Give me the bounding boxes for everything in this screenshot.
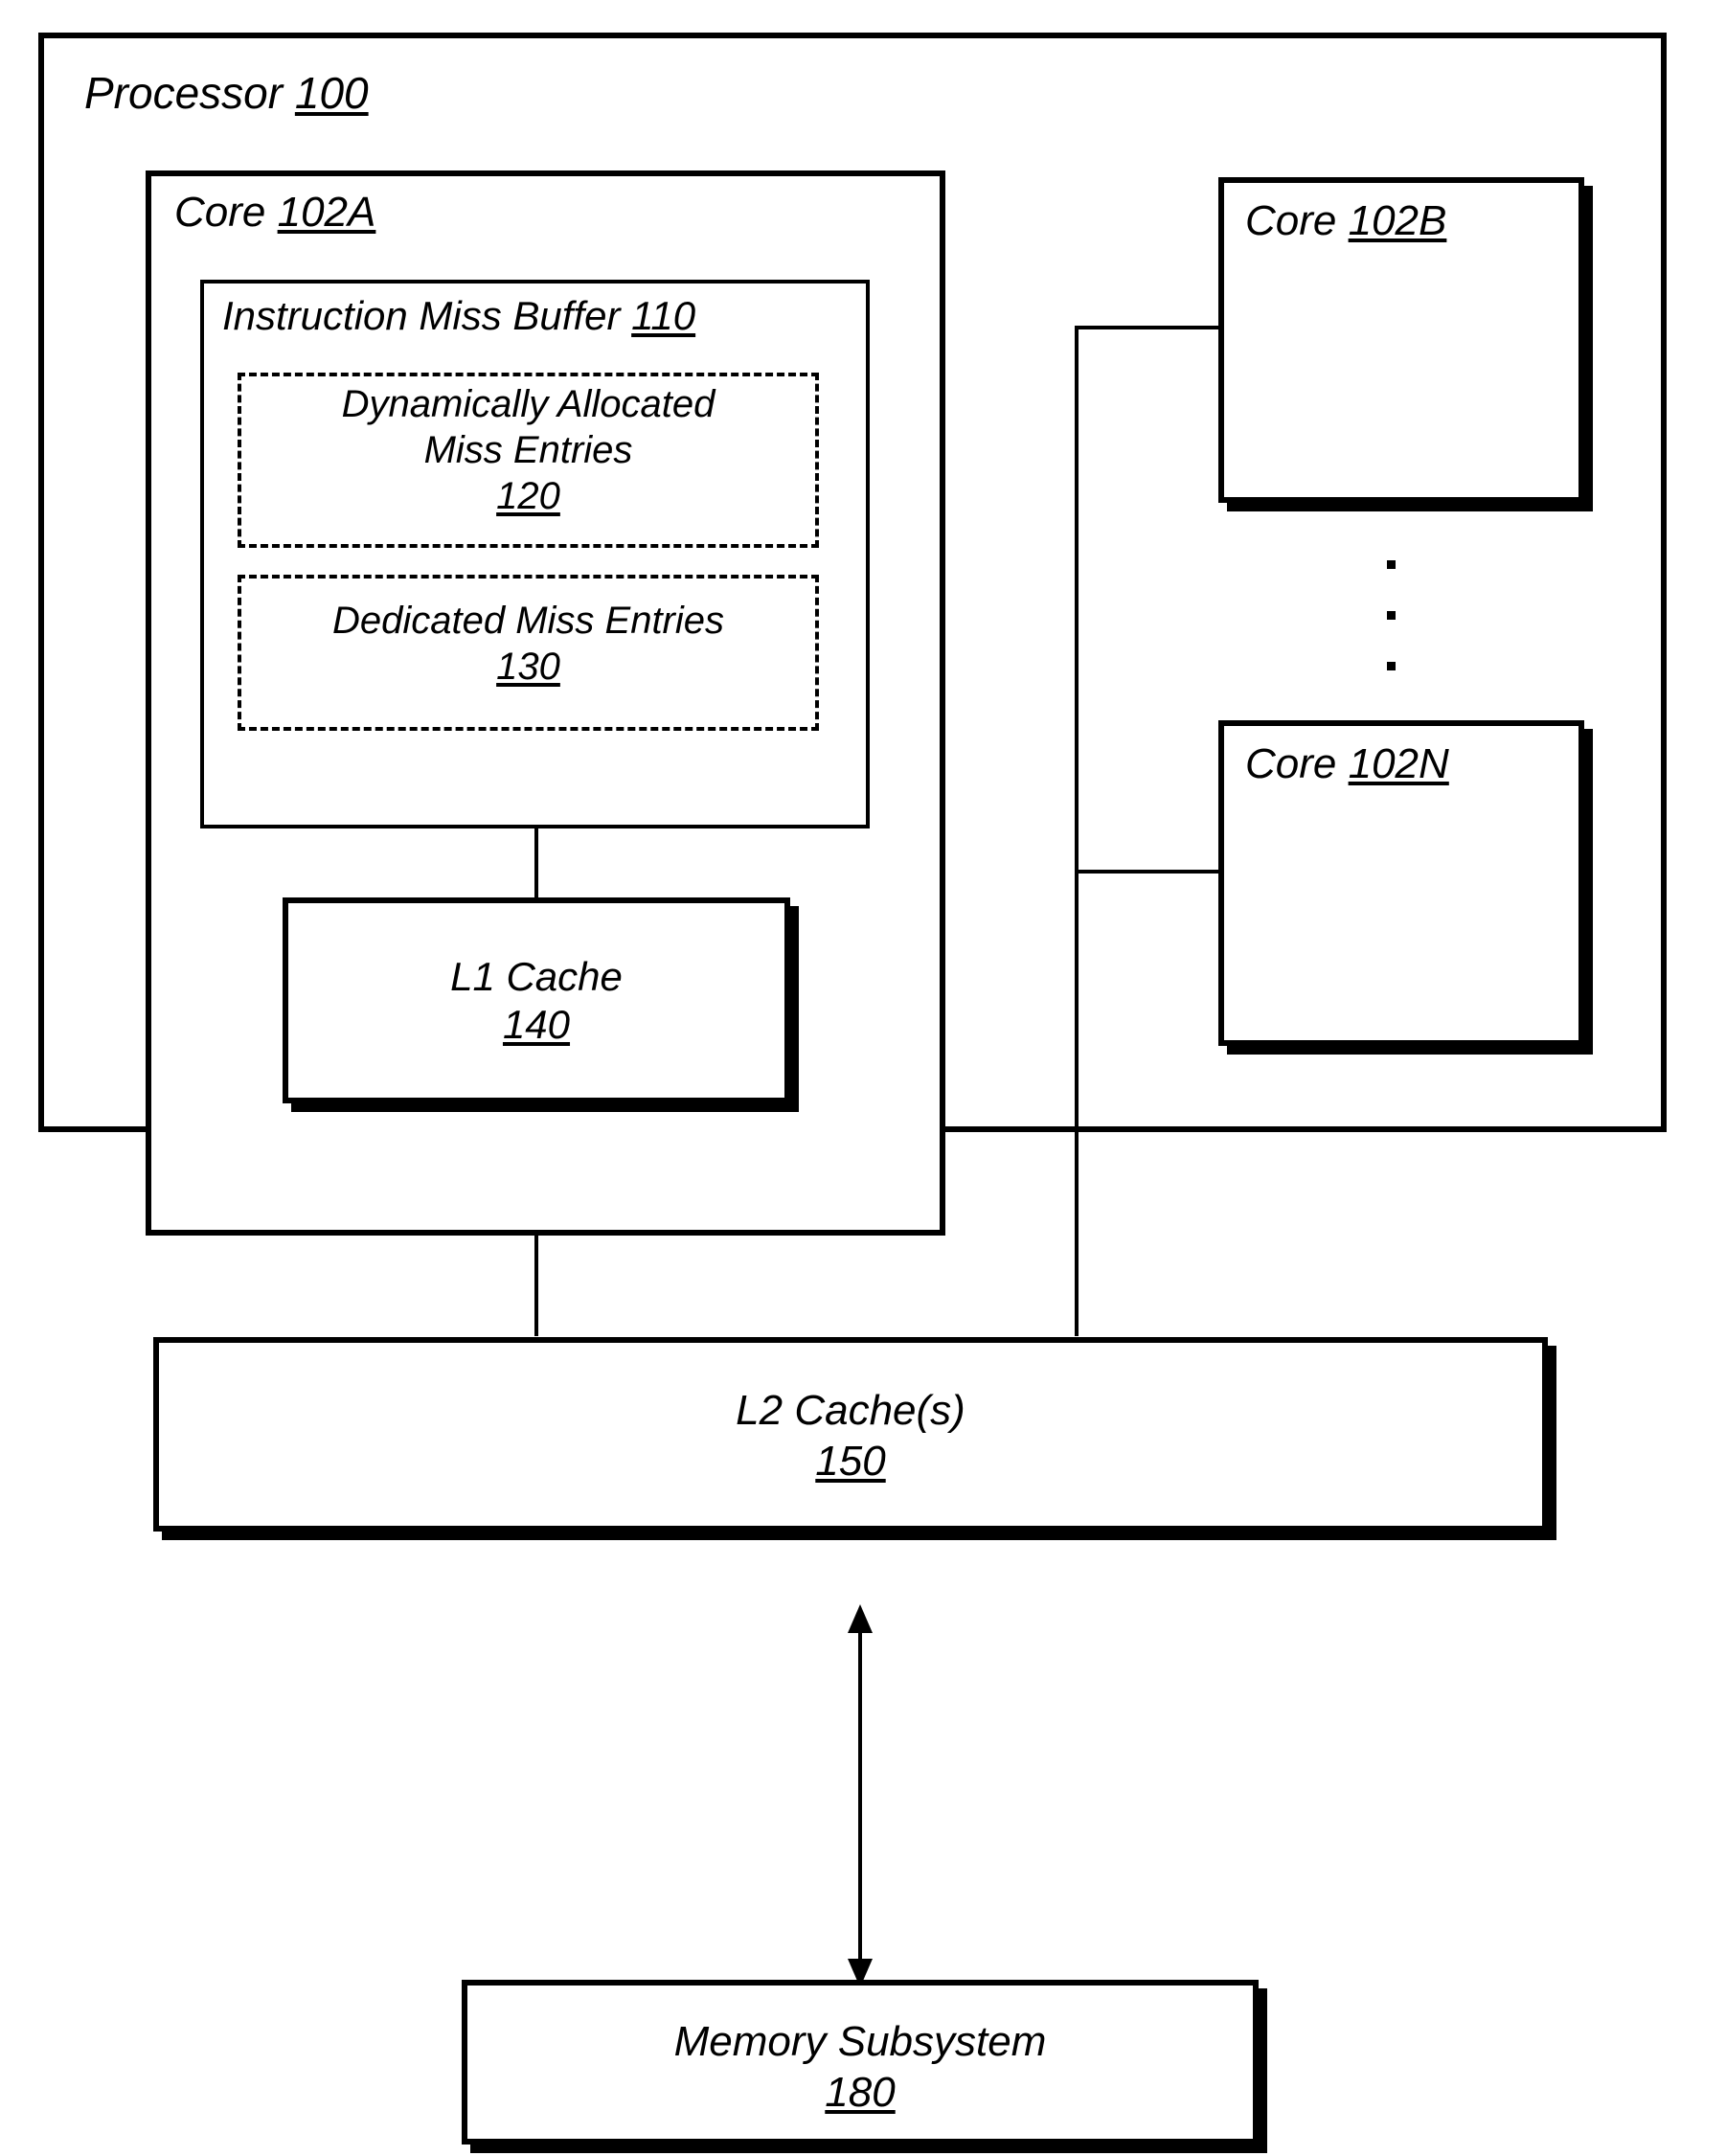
core-102b-label: Core 102B	[1245, 196, 1446, 246]
dedicated-miss-entries-label: Dedicated Miss Entries 130	[238, 598, 819, 690]
connector-imb-to-l1	[534, 828, 538, 900]
core-102n-ref: 102N	[1348, 740, 1449, 787]
l2-cache-title: L2 Cache(s)	[736, 1387, 965, 1434]
l2-cache-ref: 150	[815, 1437, 886, 1485]
dynamic-entries-line1: Dynamically Allocated	[341, 383, 715, 425]
core-102a-title: Core	[174, 189, 266, 236]
l1-cache-title: L1 Cache	[450, 954, 623, 999]
core-102a-label: Core 102A	[174, 188, 375, 238]
core-102b-title: Core	[1245, 197, 1337, 244]
processor-ref: 100	[294, 68, 369, 118]
l2-cache-label: L2 Cache(s) 150	[153, 1386, 1548, 1487]
dedicated-entries-ref: 130	[496, 646, 560, 688]
memory-subsystem-title: Memory Subsystem	[673, 2018, 1047, 2065]
instruction-miss-buffer-title: Instruction Miss Buffer	[222, 293, 621, 338]
instruction-miss-buffer-box	[200, 280, 870, 828]
core-102b-ref: 102B	[1348, 197, 1447, 244]
core-bus-branch-102b	[1075, 326, 1222, 329]
dedicated-entries-line1: Dedicated Miss Entries	[331, 600, 725, 642]
figure-canvas: Processor 100 Core 102A Instruction Miss…	[0, 0, 1726, 2156]
dynamic-entries-line2: Miss Entries	[423, 429, 633, 471]
core-102n-label: Core 102N	[1245, 739, 1449, 789]
ellipsis-dot	[1386, 560, 1396, 569]
core-bus-vertical	[1075, 326, 1079, 1336]
core-102a-ref: 102A	[277, 189, 376, 236]
core-102n-title: Core	[1245, 740, 1337, 787]
ellipsis-dot	[1386, 662, 1396, 670]
processor-memory-arrow	[848, 1604, 873, 1987]
memory-subsystem-ref: 180	[825, 2068, 896, 2116]
core-bus-branch-102n	[1075, 870, 1222, 874]
instruction-miss-buffer-ref: 110	[631, 293, 696, 338]
dynamic-entries-ref: 120	[496, 475, 560, 517]
processor-label: Processor 100	[84, 67, 369, 119]
connector-core-a-to-l2	[534, 1236, 538, 1336]
memory-subsystem-label: Memory Subsystem 180	[462, 2017, 1259, 2119]
instruction-miss-buffer-label: Instruction Miss Buffer 110	[222, 292, 695, 340]
ellipsis-dot	[1386, 611, 1396, 620]
processor-title: Processor	[84, 68, 284, 118]
vertical-ellipsis-icon	[1386, 560, 1396, 670]
dynamically-allocated-miss-entries-label: Dynamically Allocated Miss Entries 120	[238, 381, 819, 519]
l1-cache-label: L1 Cache 140	[283, 953, 790, 1050]
l1-cache-ref: 140	[502, 1002, 571, 1048]
